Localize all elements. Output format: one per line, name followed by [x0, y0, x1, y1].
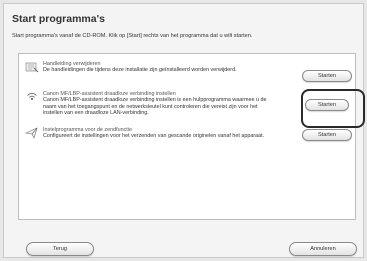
program-list-panel: Handleiding verwijderen De handleidingen… [18, 53, 356, 220]
item-description: Configureert de instellingen voor het ve… [43, 133, 265, 140]
start-manual-uninstall-button[interactable]: Starten [302, 70, 352, 82]
highlight-outline [301, 89, 365, 128]
page-title: Start programma's [12, 13, 105, 25]
start-send-function-button[interactable]: Starten [302, 129, 352, 141]
dialog-description: Start programma's vanaf de CD-ROM. Klik … [12, 33, 253, 39]
manual-uninstall-icon [25, 62, 39, 73]
item-description: De handleidingen die tijdens deze instal… [43, 67, 237, 74]
start-programs-dialog: Start programma's Start programma's vana… [3, 3, 365, 258]
wireless-setup-icon [27, 93, 37, 100]
item-description: Canon MF/LBP-assistent draadloze verbind… [43, 97, 267, 117]
cancel-button[interactable]: Annuleren [289, 242, 357, 256]
send-function-icon [25, 127, 38, 139]
back-button[interactable]: Terug [26, 242, 94, 256]
